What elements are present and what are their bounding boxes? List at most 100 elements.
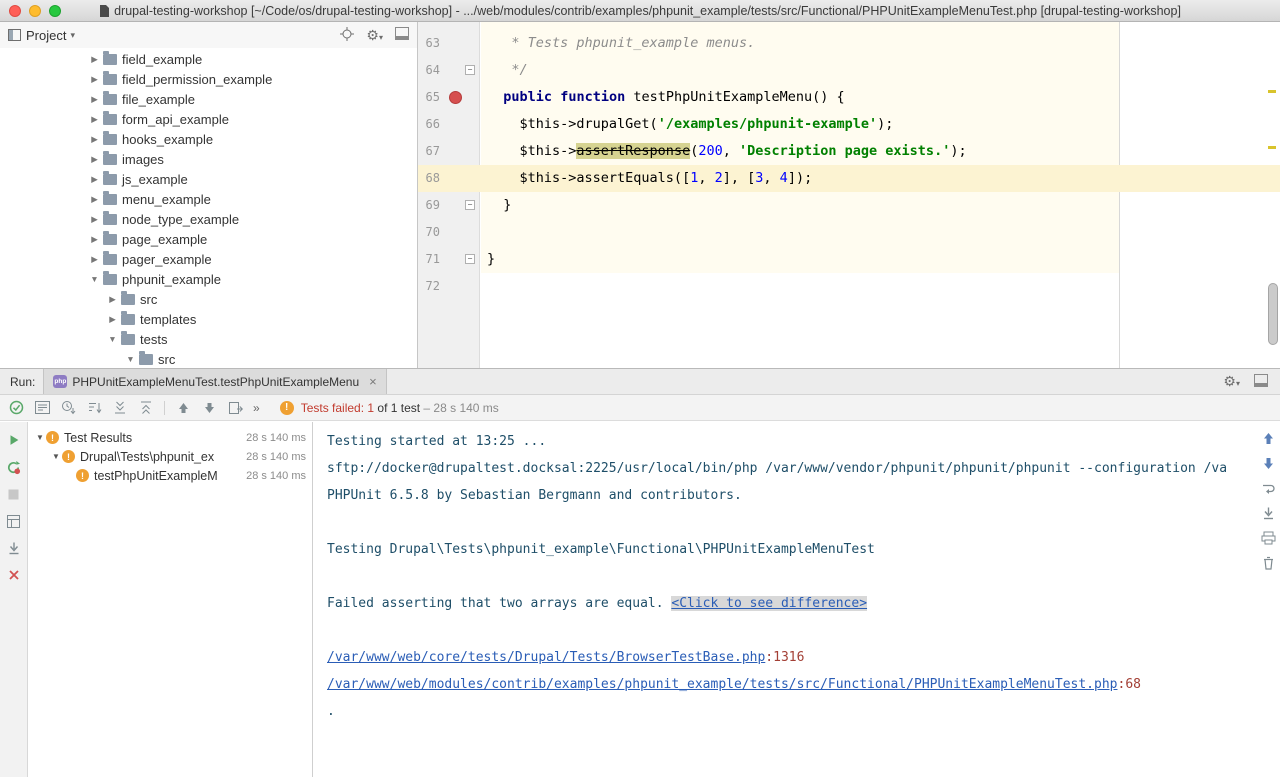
close-panel-button[interactable]	[6, 567, 22, 583]
editor-line[interactable]: 72	[418, 273, 1280, 300]
project-tree-item[interactable]: ▼phpunit_example	[0, 269, 417, 289]
chevron-right-icon[interactable]: ▶	[88, 174, 101, 185]
project-tree-item[interactable]: ▶file_example	[0, 89, 417, 109]
chevron-right-icon[interactable]: ▶	[106, 294, 119, 305]
sort-by-duration-icon[interactable]	[60, 400, 76, 416]
editor-gutter-cell[interactable]: 72	[418, 273, 480, 300]
sort-alphabetically-icon[interactable]	[86, 400, 102, 416]
console-link[interactable]: /var/www/web/modules/contrib/examples/ph…	[327, 677, 1118, 692]
editor-code-cell[interactable]: $this->assertEquals([1, 2], [3, 4]);	[480, 165, 1280, 192]
editor-code-cell[interactable]: $this->assertResponse(200, 'Description …	[480, 138, 1280, 165]
chevron-right-icon[interactable]: ▶	[88, 234, 101, 245]
fold-marker-icon[interactable]: −	[465, 65, 475, 75]
editor-gutter-cell[interactable]: 70	[418, 219, 480, 246]
editor-code-cell[interactable]	[480, 273, 1280, 300]
chevron-right-icon[interactable]: ▶	[88, 154, 101, 165]
show-passed-icon[interactable]	[8, 400, 24, 416]
editor-line[interactable]: 68 $this->assertEquals([1, 2], [3, 4]);	[418, 165, 1280, 192]
project-tree-item[interactable]: ▶form_api_example	[0, 109, 417, 129]
close-window-button[interactable]	[9, 5, 21, 17]
editor-code-cell[interactable]: public function testPhpUnitExampleMenu()…	[480, 84, 1280, 111]
chevron-down-icon[interactable]: ▼	[88, 274, 101, 284]
project-tree-item[interactable]: ▶js_example	[0, 169, 417, 189]
zoom-window-button[interactable]	[49, 5, 61, 17]
hide-panel-icon[interactable]	[395, 27, 409, 43]
warning-stripe-mark[interactable]	[1268, 90, 1276, 93]
chevron-right-icon[interactable]: ▶	[88, 114, 101, 125]
project-tree-item[interactable]: ▶page_example	[0, 229, 417, 249]
project-tree-item[interactable]: ▶field_example	[0, 49, 417, 69]
project-panel-header[interactable]: Project ▾ ⚙▾	[0, 22, 417, 48]
editor-gutter-cell[interactable]: 63	[418, 30, 480, 57]
test-console[interactable]: Testing started at 13:25 ...sftp://docke…	[313, 422, 1280, 777]
test-suite-row[interactable]: ▼ ! Drupal\Tests\phpunit_ex 28 s 140 ms	[28, 447, 312, 466]
project-tree-item[interactable]: ▶images	[0, 149, 417, 169]
settings-gear-icon[interactable]: ⚙▾	[366, 28, 383, 43]
editor-line[interactable]: 67 $this->assertResponse(200, 'Descripti…	[418, 138, 1280, 165]
chevron-right-icon[interactable]: ▶	[88, 194, 101, 205]
locate-file-icon[interactable]	[340, 27, 354, 44]
previous-failed-test-icon[interactable]	[175, 400, 191, 416]
project-tree-item[interactable]: ▶templates	[0, 309, 417, 329]
rerun-failed-tests-button[interactable]	[6, 459, 22, 475]
soft-wrap-icon[interactable]	[1260, 480, 1276, 496]
chevron-right-icon[interactable]: ▶	[88, 214, 101, 225]
test-case-row[interactable]: ! testPhpUnitExampleM 28 s 140 ms	[28, 466, 312, 485]
project-tree-item[interactable]: ▶hooks_example	[0, 129, 417, 149]
chevron-down-icon[interactable]: ▾	[70, 30, 75, 41]
restore-layout-button[interactable]	[6, 513, 22, 529]
toolbar-overflow-icon[interactable]: »	[253, 401, 260, 415]
editor-line[interactable]: 63 * Tests phpunit_example menus.	[418, 30, 1280, 57]
breakpoint-icon[interactable]	[449, 91, 462, 104]
editor-scrollbar-thumb[interactable]	[1268, 283, 1278, 345]
test-results-root-row[interactable]: ▼ ! Test Results 28 s 140 ms	[28, 428, 312, 447]
editor-gutter-cell[interactable]: 71−	[418, 246, 480, 273]
next-occurrence-icon[interactable]	[1260, 455, 1276, 471]
rerun-button[interactable]	[6, 432, 22, 448]
project-tree-item[interactable]: ▼tests	[0, 329, 417, 349]
fold-marker-icon[interactable]: −	[465, 200, 475, 210]
editor-line[interactable]: 71−}	[418, 246, 1280, 273]
show-ignored-icon[interactable]	[34, 400, 50, 416]
project-tree-item[interactable]: ▶pager_example	[0, 249, 417, 269]
project-tree-item[interactable]: ▶menu_example	[0, 189, 417, 209]
editor-line[interactable]: 69− }	[418, 192, 1280, 219]
editor-code-cell[interactable]: * Tests phpunit_example menus.	[480, 30, 1280, 57]
hide-tool-window-icon[interactable]	[1254, 374, 1268, 390]
project-tree-item[interactable]: ▶src	[0, 289, 417, 309]
previous-occurrence-icon[interactable]	[1260, 430, 1276, 446]
scroll-to-end-icon[interactable]	[1260, 505, 1276, 521]
chevron-right-icon[interactable]: ▶	[88, 134, 101, 145]
editor-line[interactable]: 64− */	[418, 57, 1280, 84]
editor-line[interactable]: 70	[418, 219, 1280, 246]
chevron-right-icon[interactable]: ▶	[88, 54, 101, 65]
warning-stripe-mark[interactable]	[1268, 146, 1276, 149]
editor-code-cell[interactable]: }	[480, 246, 1280, 273]
chevron-right-icon[interactable]: ▶	[88, 74, 101, 85]
editor-code-cell[interactable]: */	[480, 57, 1280, 84]
editor-code-cell[interactable]: $this->drupalGet('/examples/phpunit-exam…	[480, 111, 1280, 138]
editor-gutter-cell[interactable]: 65	[418, 84, 480, 111]
test-history-icon[interactable]	[227, 400, 243, 416]
collapse-all-icon[interactable]	[138, 400, 154, 416]
editor-line[interactable]: 65 public function testPhpUnitExampleMen…	[418, 84, 1280, 111]
project-tree-item[interactable]: ▼src	[0, 349, 417, 368]
console-link[interactable]: <Click to see difference>	[671, 596, 867, 611]
chevron-down-icon[interactable]: ▼	[124, 354, 137, 364]
console-link[interactable]: /var/www/web/core/tests/Drupal/Tests/Bro…	[327, 650, 765, 665]
editor-gutter-cell[interactable]: 66	[418, 111, 480, 138]
chevron-right-icon[interactable]: ▶	[106, 314, 119, 325]
editor-gutter-cell[interactable]: 64−	[418, 57, 480, 84]
print-icon[interactable]	[1260, 530, 1276, 546]
editor-gutter-cell[interactable]: 69−	[418, 192, 480, 219]
editor-gutter-cell[interactable]: 67	[418, 138, 480, 165]
minimize-window-button[interactable]	[29, 5, 41, 17]
clear-console-icon[interactable]	[1260, 555, 1276, 571]
editor-gutter-cell[interactable]: 68	[418, 165, 480, 192]
chevron-down-icon[interactable]: ▼	[106, 334, 119, 344]
code-editor[interactable]: 63 * Tests phpunit_example menus.64− */6…	[418, 22, 1280, 368]
project-tree-item[interactable]: ▶node_type_example	[0, 209, 417, 229]
editor-code-cell[interactable]	[480, 219, 1280, 246]
run-settings-gear-icon[interactable]: ⚙▾	[1223, 374, 1240, 389]
fold-marker-icon[interactable]: −	[465, 254, 475, 264]
